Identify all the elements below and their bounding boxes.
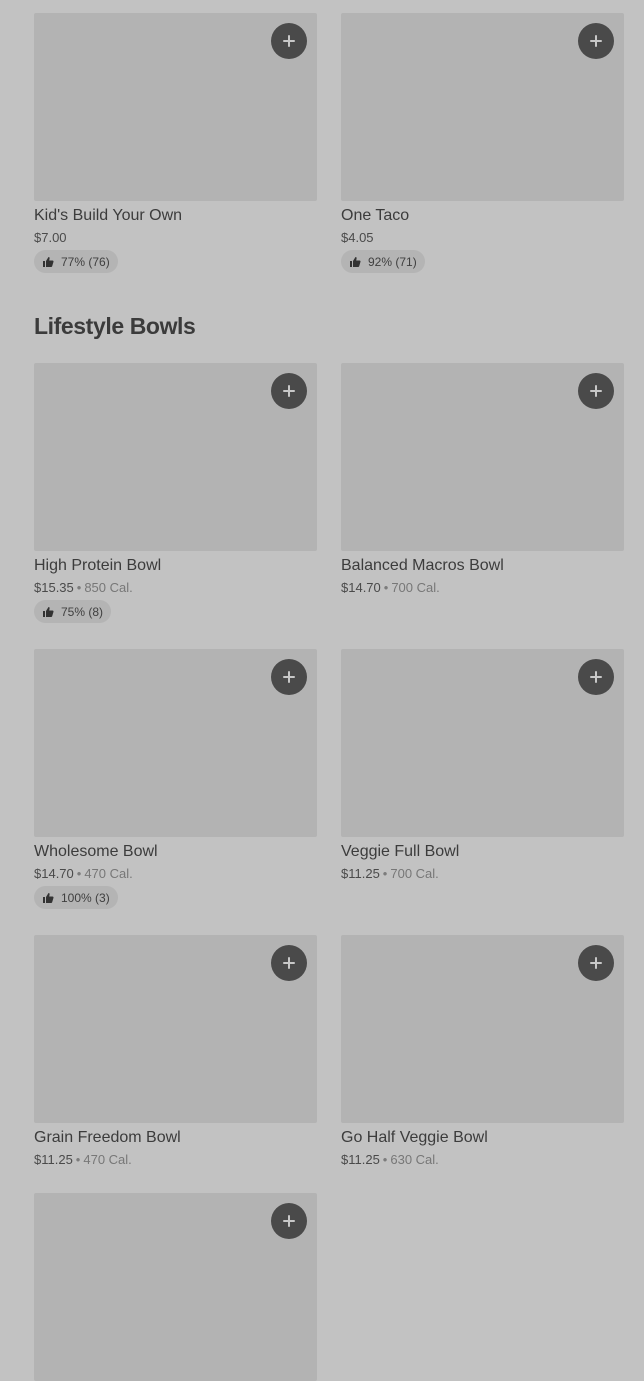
calories: 630 Cal. <box>390 1152 439 1167</box>
plus-icon <box>590 385 602 397</box>
price: $11.25 <box>34 1152 73 1167</box>
rating-badge: 92% (71) <box>341 250 425 273</box>
calories: 850 Cal. <box>84 580 133 595</box>
menu-item-image[interactable] <box>341 649 624 837</box>
menu-item-image[interactable] <box>341 935 624 1123</box>
menu-item-price: $7.00 <box>34 229 317 247</box>
menu-item-image[interactable] <box>34 363 317 551</box>
menu-item-price: $11.25 • 470 Cal. <box>34 1152 132 1167</box>
menu-item-image[interactable] <box>34 1193 317 1381</box>
menu-item-card[interactable]: Kid's Build Your Own $7.00 77% (76) <box>34 13 317 273</box>
rating-badge: 100% (3) <box>34 886 118 909</box>
calories: 470 Cal. <box>83 1152 132 1167</box>
price: $11.25 <box>341 866 380 881</box>
menu-item-price: $11.25 • 630 Cal. <box>341 1152 439 1167</box>
menu-item-image[interactable] <box>34 13 317 201</box>
menu-item-card[interactable]: Go Half Veggie Bowl $11.25 • 630 Cal. <box>341 935 624 1169</box>
plus-icon <box>590 35 602 47</box>
menu-item-name: Go Half Veggie Bowl <box>341 1129 488 1146</box>
thumbs-up-icon <box>349 256 361 268</box>
calories: 700 Cal. <box>390 866 439 881</box>
menu-item-price: $14.70 • 700 Cal. <box>341 580 440 595</box>
menu-item-name: Kid's Build Your Own <box>34 207 183 224</box>
menu-item-name: Veggie Full Bowl <box>341 843 460 860</box>
plus-icon <box>283 35 295 47</box>
menu-item-image[interactable] <box>34 935 317 1123</box>
thumbs-up-icon <box>42 892 54 904</box>
calories: 700 Cal. <box>391 580 440 595</box>
menu-item-price: $15.35 • 850 Cal. <box>34 580 133 595</box>
menu-item-card[interactable]: Grain Freedom Bowl $11.25 • 470 Cal. <box>34 935 317 1169</box>
menu-item-image[interactable] <box>341 363 624 551</box>
section-title: Lifestyle Bowls <box>34 313 196 339</box>
menu-item-name: Wholesome Bowl <box>34 843 158 860</box>
price: $14.70 <box>341 580 381 595</box>
price: $7.00 <box>34 230 67 245</box>
menu-item-price: $4.05 <box>341 229 624 247</box>
thumbs-up-icon <box>42 256 54 268</box>
menu-item-image[interactable] <box>341 13 624 201</box>
rating-text: 77% (76) <box>61 254 110 269</box>
menu-item-card[interactable]: Balanced Macros Bowl $14.70 • 700 Cal. <box>341 363 624 597</box>
menu-item-card[interactable]: Veggie Full Bowl $11.25 • 700 Cal. <box>341 649 624 883</box>
add-to-cart-button[interactable] <box>271 1203 307 1239</box>
menu-item-card[interactable]: One Taco $4.05 92% (71) <box>341 13 624 273</box>
menu-item-image[interactable] <box>34 649 317 837</box>
rating-text: 75% (8) <box>61 604 104 619</box>
menu-item-name: Balanced Macros Bowl <box>341 557 504 574</box>
price: $15.35 <box>34 580 74 595</box>
menu-item-price: $11.25 • 700 Cal. <box>341 866 439 881</box>
price: $11.25 <box>341 1152 380 1167</box>
plus-icon <box>283 1215 295 1227</box>
plus-icon <box>283 671 295 683</box>
menu-item-card[interactable]: Wholesome Bowl $14.70 • 470 Cal. 100% (3) <box>34 649 317 909</box>
plus-icon <box>283 957 295 969</box>
rating-text: 92% (71) <box>368 254 417 269</box>
add-to-cart-button[interactable] <box>271 23 307 59</box>
add-to-cart-button[interactable] <box>578 23 614 59</box>
menu-item-card[interactable] <box>34 1193 317 1381</box>
price: $4.05 <box>341 230 374 245</box>
calories: 470 Cal. <box>84 866 133 881</box>
menu-item-name: Grain Freedom Bowl <box>34 1129 181 1146</box>
add-to-cart-button[interactable] <box>271 373 307 409</box>
plus-icon <box>283 385 295 397</box>
rating-badge: 75% (8) <box>34 600 112 623</box>
menu-item-name: High Protein Bowl <box>34 557 162 574</box>
menu-item-name: One Taco <box>341 207 410 224</box>
plus-icon <box>590 671 602 683</box>
plus-icon <box>590 957 602 969</box>
rating-badge: 77% (76) <box>34 250 118 273</box>
add-to-cart-button[interactable] <box>578 659 614 695</box>
rating-text: 100% (3) <box>61 890 110 905</box>
menu-item-price: $14.70 • 470 Cal. <box>34 866 133 881</box>
price: $14.70 <box>34 866 74 881</box>
menu-item-card[interactable]: High Protein Bowl $15.35 • 850 Cal. 75% (8… <box>34 363 317 623</box>
add-to-cart-button[interactable] <box>578 373 614 409</box>
add-to-cart-button[interactable] <box>271 945 307 981</box>
add-to-cart-button[interactable] <box>271 659 307 695</box>
add-to-cart-button[interactable] <box>578 945 614 981</box>
thumbs-up-icon <box>42 606 54 618</box>
